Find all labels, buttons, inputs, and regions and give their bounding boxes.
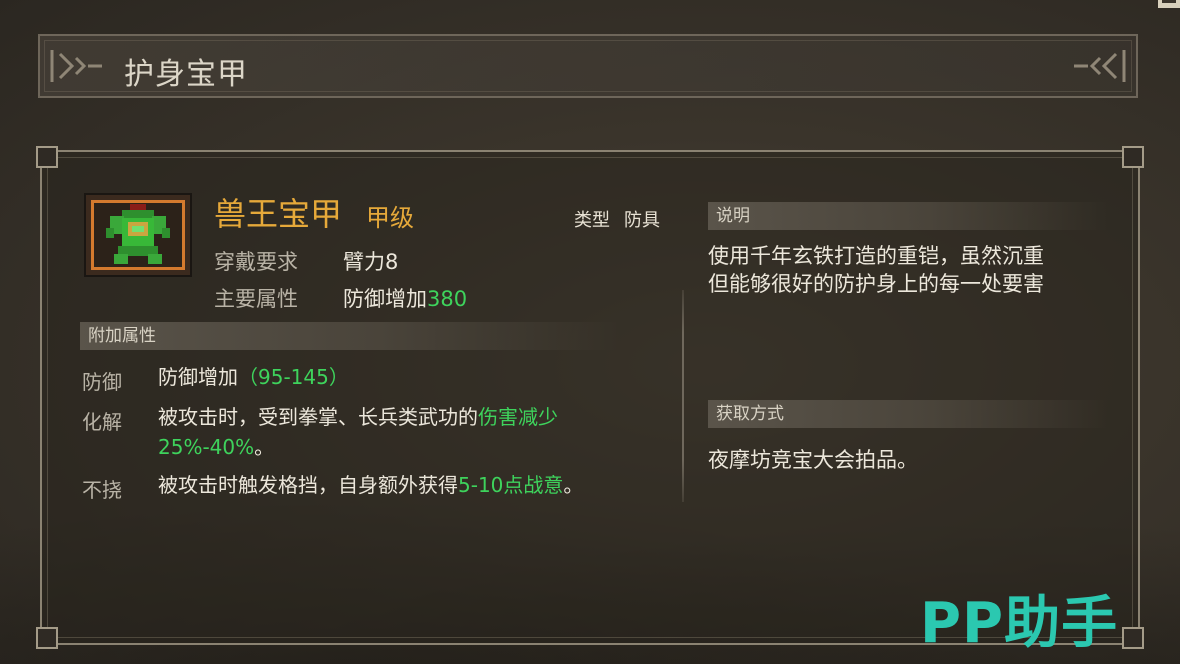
requirement-label: 穿戴要求 xyxy=(214,250,298,274)
extra-attrs-header: 附加属性 xyxy=(80,322,620,350)
panel-corner xyxy=(1122,627,1144,649)
attr-label-defense: 防御 xyxy=(82,370,122,394)
column-divider xyxy=(682,290,684,502)
attr-label-unyielding: 不挠 xyxy=(82,478,122,502)
main-attr-label: 主要属性 xyxy=(214,287,298,311)
attr-text-resolve: 被攻击时，受到拳掌、长兵类武功的伤害减少 25%-40%。 xyxy=(158,405,558,459)
panel-corner xyxy=(36,146,58,168)
item-icon-frame[interactable] xyxy=(84,193,192,277)
item-type-value: 防具 xyxy=(624,210,660,231)
item-grade: 甲级 xyxy=(366,204,414,232)
main-attr-value: 防御增加380 xyxy=(343,287,468,311)
panel-corner xyxy=(1122,146,1144,168)
attr-text-defense: 防御增加（95-145） xyxy=(158,365,349,389)
description-text: 使用千年玄铁打造的重铠，虽然沉重 但能够很好的防护身上的每一处要害 xyxy=(708,244,1044,296)
description-header: 说明 xyxy=(708,202,1108,230)
attr-text-unyielding: 被攻击时触发格挡，自身额外获得5-10点战意。 xyxy=(158,473,584,497)
page-title: 护身宝甲 xyxy=(124,57,248,92)
source-header: 获取方式 xyxy=(708,400,1108,428)
title-ornament-left-icon xyxy=(50,50,102,82)
item-type-label: 类型 xyxy=(574,210,610,231)
green-armor-icon xyxy=(106,204,170,264)
corner-ornament-icon xyxy=(1158,0,1180,8)
attr-label-resolve: 化解 xyxy=(82,410,122,434)
source-text: 夜摩坊竞宝大会拍品。 xyxy=(708,448,918,472)
title-bar: 护身宝甲 xyxy=(38,34,1138,98)
item-name: 兽王宝甲 xyxy=(214,195,343,233)
title-ornament-right-icon xyxy=(1074,50,1126,82)
requirement-value: 臂力8 xyxy=(343,250,399,274)
watermark-logo: PP助手 xyxy=(920,591,1119,656)
panel-corner xyxy=(36,627,58,649)
